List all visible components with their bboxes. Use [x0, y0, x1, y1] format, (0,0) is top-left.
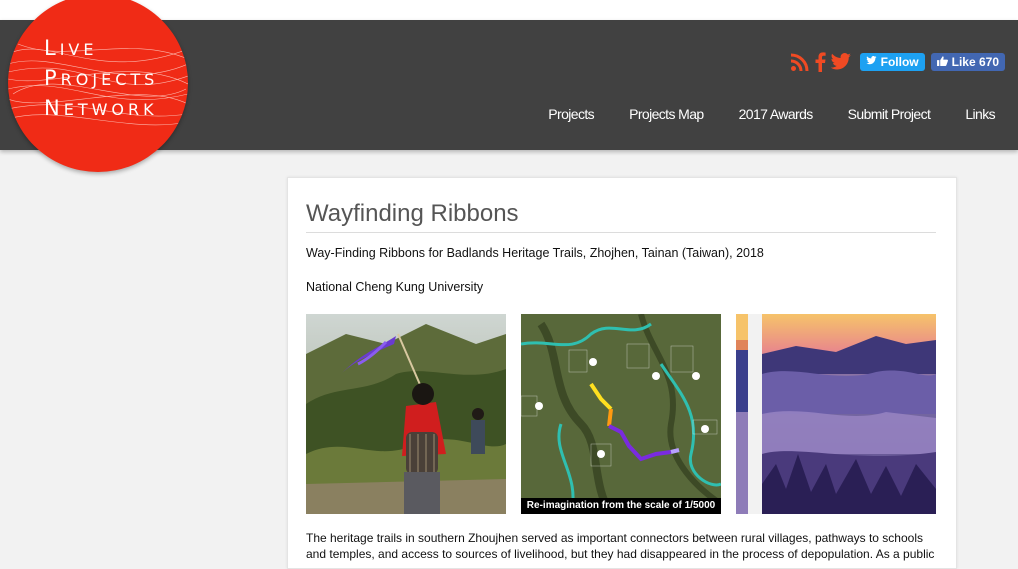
social-links: Follow Like 670 — [790, 51, 1005, 73]
facebook-like-button[interactable]: Like 670 — [930, 53, 1005, 71]
twitter-bird-icon[interactable] — [830, 53, 852, 71]
page-title: Wayfinding Ribbons — [306, 200, 936, 233]
project-card: Wayfinding Ribbons Way-Finding Ribbons f… — [287, 177, 957, 569]
nav-submit-project[interactable]: Submit Project — [848, 106, 931, 122]
rss-icon[interactable] — [790, 52, 810, 72]
map-caption: Re-imagination from the scale of 1/5000 — [521, 498, 721, 514]
thumbs-up-icon — [936, 55, 948, 69]
project-subtitle: Way-Finding Ribbons for Badlands Heritag… — [306, 246, 764, 260]
logo-wordmark: LIVE PROJECTS NETWORK — [44, 34, 158, 124]
project-university: National Cheng Kung University — [306, 280, 484, 294]
twitter-follow-button[interactable]: Follow — [859, 53, 925, 71]
nav-projects-map[interactable]: Projects Map — [629, 106, 704, 122]
site-logo[interactable]: LIVE PROJECTS NETWORK — [8, 0, 188, 172]
nav-2017-awards[interactable]: 2017 Awards — [739, 106, 814, 122]
project-trail-map[interactable]: Re-imagination from the scale of 1/5000 — [521, 314, 721, 514]
twitter-small-icon — [865, 56, 877, 68]
logo-line-2: PROJECTS — [44, 66, 159, 90]
logo-line-1: LIVE — [44, 36, 98, 60]
project-description: The heritage trails in southern Zhoujhen… — [306, 531, 935, 561]
nav-projects[interactable]: Projects — [548, 106, 594, 122]
like-label: Like 670 — [951, 55, 999, 69]
logo-line-3: NETWORK — [44, 96, 158, 120]
project-photo-sunrise[interactable] — [736, 314, 936, 514]
nav-links[interactable]: Links — [965, 106, 995, 122]
follow-label: Follow — [880, 55, 919, 69]
main-nav: Projects Projects Map 2017 Awards Submit… — [513, 106, 995, 122]
facebook-icon[interactable] — [814, 52, 826, 72]
project-photo-hiker[interactable] — [306, 314, 506, 514]
